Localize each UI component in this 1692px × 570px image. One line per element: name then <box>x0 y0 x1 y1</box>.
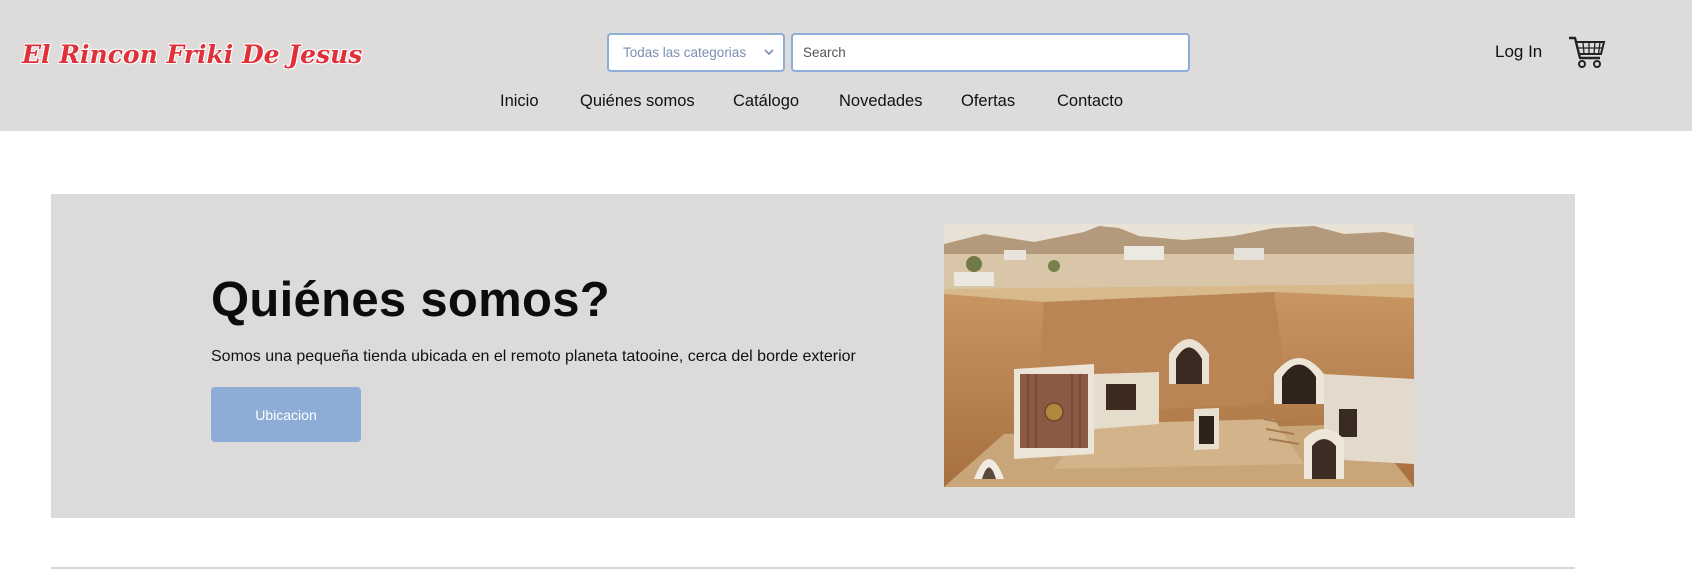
nav-item-ofertas[interactable]: Ofertas <box>961 92 1015 111</box>
location-button[interactable]: Ubicacion <box>211 387 361 442</box>
category-select[interactable]: Todas las categorias <box>607 33 785 72</box>
nav-item-quienes-somos[interactable]: Quiénes somos <box>580 92 695 111</box>
nav-item-novedades[interactable]: Novedades <box>839 92 922 111</box>
nav-item-contacto[interactable]: Contacto <box>1057 92 1123 111</box>
site-header: El Rincon Friki De Jesus Todas las categ… <box>0 0 1692 131</box>
nav-item-inicio[interactable]: Inicio <box>500 92 539 111</box>
category-select-value: Todas las categorias <box>623 45 747 60</box>
tatooine-photo <box>944 224 1414 487</box>
login-link[interactable]: Log In <box>1495 42 1542 62</box>
main-nav: Inicio Quiénes somos Catálogo Novedades … <box>0 92 1692 114</box>
about-hero: Quiénes somos? Somos una pequeña tienda … <box>51 194 1575 518</box>
section-divider <box>51 567 1575 569</box>
search-input[interactable] <box>791 33 1190 72</box>
nav-item-catalogo[interactable]: Catálogo <box>733 92 799 111</box>
shopping-cart-icon[interactable] <box>1568 34 1606 70</box>
hero-description: Somos una pequeña tienda ubicada en el r… <box>211 348 856 365</box>
hero-title: Quiénes somos? <box>211 273 611 327</box>
site-logo[interactable]: El Rincon Friki De Jesus <box>22 40 362 69</box>
chevron-down-icon <box>764 49 774 56</box>
